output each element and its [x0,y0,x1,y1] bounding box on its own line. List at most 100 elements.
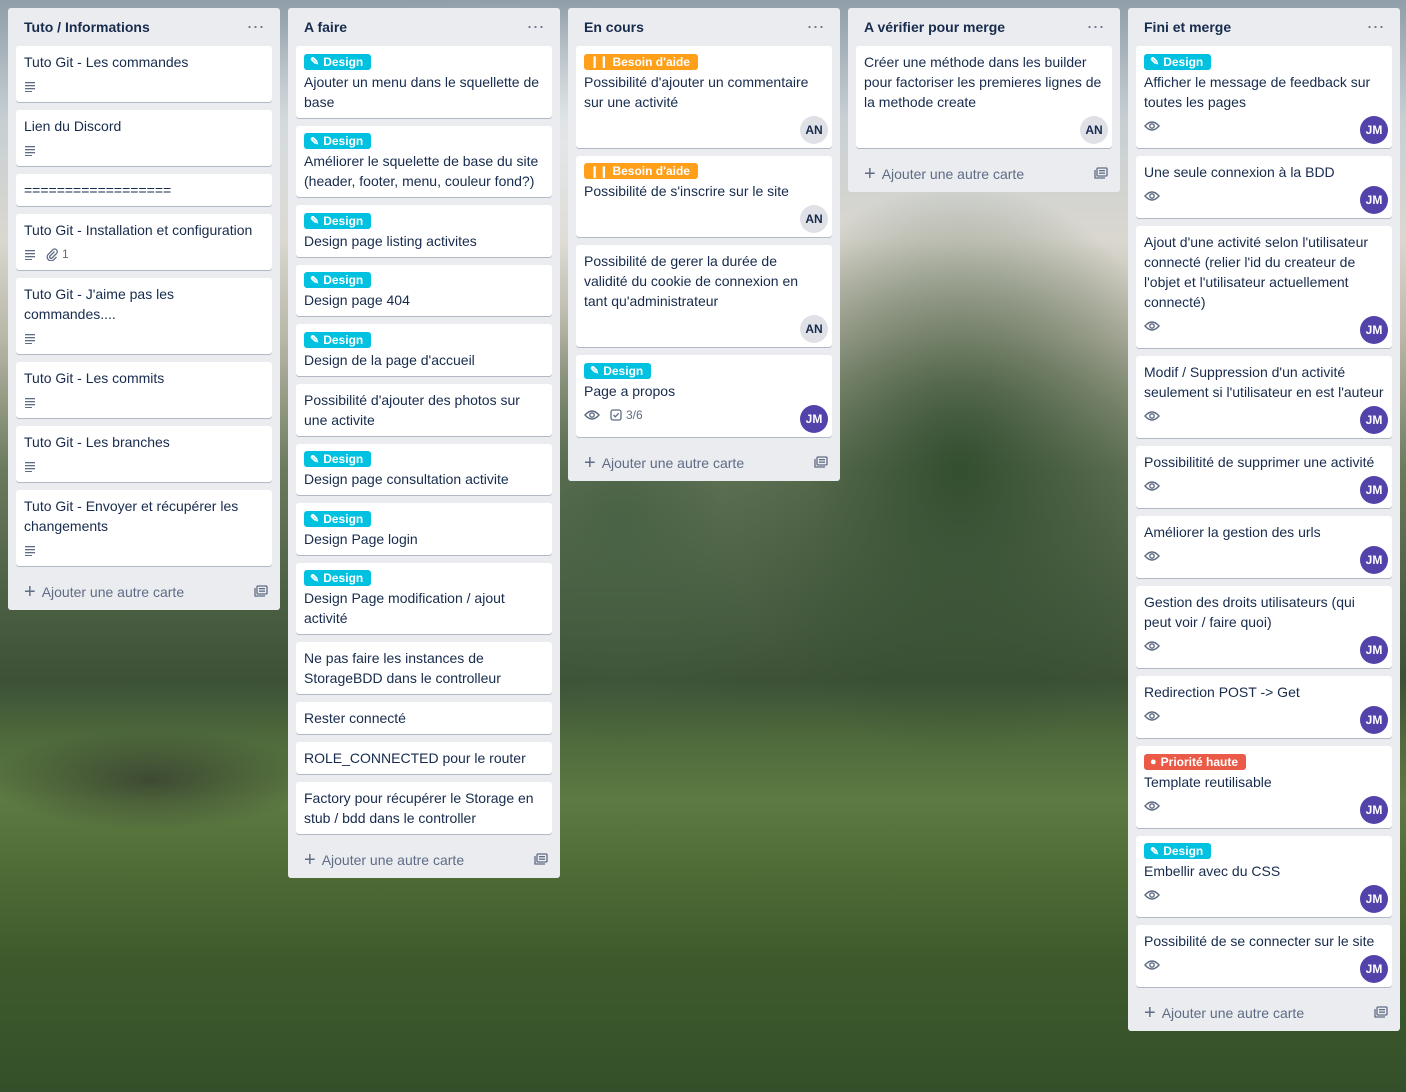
add-card-button[interactable]: + Ajouter une autre carte [576,445,832,481]
more-dots-icon[interactable]: ⋯ [1084,17,1108,37]
avatar[interactable]: AN [800,205,828,233]
card[interactable]: ROLE_CONNECTED pour le router [296,742,552,774]
list-title[interactable]: Fini et merge [1144,19,1231,35]
card-label[interactable]: ✎ Design [304,510,372,527]
card[interactable]: ✎ Design Ajouter un menu dans le squellett… [296,46,552,118]
card-title: Embellir avec du CSS [1144,863,1281,879]
avatar[interactable]: JM [1360,635,1388,664]
card-template-icon[interactable] [254,584,268,600]
card-label[interactable]: ✎ Design [304,451,372,467]
card-label[interactable]: ✎ Design [1144,843,1212,859]
more-dots-icon[interactable]: ⋯ [804,17,828,37]
card-label[interactable]: ✎ Design [304,133,372,149]
card-label[interactable]: ❙❙ Besoin d'aide [584,53,698,70]
card[interactable]: ✎ Design Design de la page d'accueil [296,324,552,376]
card[interactable]: ✎ Design Afficher le message de feedback s… [1136,46,1392,148]
card[interactable]: ✎ Design Page a propos 3/6 JM [576,355,832,437]
card-title: Possibilité de gerer la durée de validit… [584,253,799,309]
card[interactable]: Créer une méthode dans les builder pour … [856,46,1112,148]
card-label[interactable]: ✎ Design [1144,53,1212,70]
card[interactable]: Lien du Discord [16,110,272,166]
eye-icon [1144,889,1160,901]
list-title[interactable]: A vérifier pour merge [864,19,1005,35]
card-label[interactable]: ● Priorité haute [1144,753,1247,770]
card[interactable]: Améliorer la gestion des urls JM [1136,515,1392,578]
add-card-button[interactable]: + Ajouter une autre carte [1136,995,1392,1031]
more-dots-icon[interactable]: ⋯ [244,17,268,37]
more-dots-icon[interactable]: ⋯ [1364,17,1388,37]
list-title[interactable]: A faire [304,19,347,35]
card[interactable]: Modif / Suppression d'un activité seulem… [1136,355,1392,438]
card[interactable]: Tuto Git - Les branches [16,426,272,482]
avatar[interactable]: JM [1360,885,1388,913]
avatar[interactable]: AN [800,115,828,144]
card[interactable]: Possibilité d'ajouter des photos sur une… [296,383,552,436]
card-template-icon[interactable] [1374,1005,1388,1021]
avatar[interactable]: AN [1080,116,1108,144]
card-label[interactable]: ✎ Design [304,212,372,229]
card[interactable]: ● Priorité haute Template reutilisable JM [1136,745,1392,828]
list-title[interactable]: Tuto / Informations [24,19,150,35]
avatar[interactable]: JM [800,404,828,433]
avatar[interactable]: JM [1360,475,1388,504]
avatar[interactable]: JM [1360,795,1388,824]
card-template-icon[interactable] [534,852,548,868]
card[interactable]: Une seule connexion à la BDD JM [1136,155,1392,218]
card[interactable]: ✎ Design Design page consultation activite [296,443,552,495]
description-icon [24,544,36,556]
card-title: Design Page login [304,530,418,547]
avatar[interactable]: JM [1360,115,1388,144]
list-title[interactable]: En cours [584,19,644,35]
add-card-button[interactable]: + Ajouter une autre carte [296,842,552,878]
card-badges [24,538,264,562]
card[interactable]: Tuto Git - Les commits [16,362,272,418]
avatar[interactable]: JM [1360,185,1388,214]
more-dots-icon[interactable]: ⋯ [524,17,548,37]
card-label-text: Priorité haute [1160,754,1239,769]
card[interactable]: Tuto Git - J'aime pas les commandes.... [16,278,272,354]
pencil-icon: ✎ [1150,845,1160,858]
card[interactable]: ================== [16,174,272,206]
card[interactable]: Factory pour récupérer le Storage en stu… [296,782,552,834]
plus-icon: + [864,163,876,185]
avatar[interactable]: JM [1360,545,1388,574]
card[interactable]: Ajout d'une activité selon l'utilisateur… [1136,225,1392,348]
card[interactable]: Rester connecté [296,702,552,734]
card-spacer [584,116,824,140]
avatar[interactable]: JM [1360,315,1388,344]
card-badges [24,74,264,98]
card[interactable]: Redirection POST -> Get JM [1136,675,1392,738]
card-title: Une seule connexion à la BDD [1144,163,1335,180]
avatar[interactable]: AN [800,315,828,343]
card-label[interactable]: ❙❙ Besoin d'aide [584,163,698,179]
card-label[interactable]: ✎ Design [304,331,372,348]
card[interactable]: ✎ Design Design Page modification / ajout … [296,562,552,634]
card[interactable]: ✎ Design Embellir avec du CSS JM [1136,835,1392,917]
card[interactable]: ❙❙ Besoin d'aide Possibilité de s'inscrire… [576,155,832,237]
card[interactable]: ✎ Design Améliorer le squelette de base du… [296,125,552,197]
card-label[interactable]: ✎ Design [304,570,372,586]
card-template-icon[interactable] [814,455,828,471]
card[interactable]: Ne pas faire les instances de StorageBDD… [296,642,552,694]
card[interactable]: Tuto Git - Installation et configuration… [16,214,272,270]
card[interactable]: Possibilité de gerer la durée de validit… [576,245,832,347]
avatar[interactable]: JM [1360,705,1388,734]
avatar[interactable]: JM [1360,405,1388,434]
add-card-button[interactable]: + Ajouter une autre carte [856,156,1112,192]
card[interactable]: Possibilitité de supprimer une activité J… [1136,445,1392,508]
card-title: Template reutilisable [1144,773,1272,790]
card-label[interactable]: ✎ Design [304,272,372,288]
card[interactable]: Tuto Git - Envoyer et récupérer les chan… [16,490,272,566]
add-card-button[interactable]: + Ajouter une autre carte [16,574,272,610]
card[interactable]: ✎ Design Design page listing activites [296,205,552,257]
card[interactable]: Tuto Git - Les commandes [16,46,272,102]
card[interactable]: Gestion des droits utilisateurs (qui peu… [1136,585,1392,668]
card-label[interactable]: ✎ Design [304,53,372,70]
card[interactable]: ✎ Design Design page 404 [296,264,552,316]
card-label[interactable]: ✎ Design [584,362,652,379]
card[interactable]: Possibilité de se connecter sur le site J… [1136,925,1392,987]
card-template-icon[interactable] [1094,166,1108,182]
card[interactable]: ✎ Design Design Page login [296,503,552,555]
card[interactable]: ❙❙ Besoin d'aide Possibilité d'ajouter un … [576,46,832,148]
avatar[interactable]: JM [1360,955,1388,983]
